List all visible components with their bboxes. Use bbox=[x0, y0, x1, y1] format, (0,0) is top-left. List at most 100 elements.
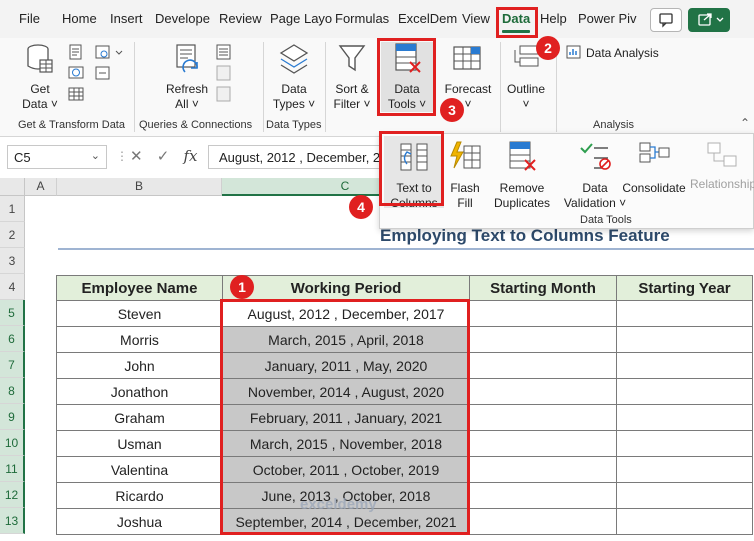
comments-button[interactable] bbox=[650, 8, 682, 32]
queries-connections-icon[interactable] bbox=[215, 44, 233, 60]
cell-name[interactable]: Valentina bbox=[56, 456, 223, 483]
cell-starting-month[interactable] bbox=[469, 404, 617, 431]
cell-name[interactable]: Usman bbox=[56, 430, 223, 457]
comment-icon bbox=[659, 13, 673, 28]
header-employee-name[interactable]: Employee Name bbox=[56, 275, 223, 301]
refresh-label-2: All ˅ bbox=[175, 97, 199, 111]
group-label-analysis: Analysis bbox=[593, 119, 634, 131]
row-header-8[interactable]: 8 bbox=[0, 378, 25, 404]
cell-starting-year[interactable] bbox=[616, 352, 753, 379]
data-types-icon bbox=[279, 44, 309, 74]
get-data-label-1: Get bbox=[30, 82, 50, 96]
sort-filter-button[interactable]: Sort & Filter ˅ bbox=[330, 42, 374, 112]
cell-starting-month[interactable] bbox=[469, 482, 617, 509]
column-header-b[interactable]: B bbox=[57, 178, 222, 196]
drag-handle-icon[interactable]: ⋮ bbox=[116, 149, 128, 163]
tab-review[interactable]: Review bbox=[219, 11, 262, 26]
cell-starting-year[interactable] bbox=[616, 404, 753, 431]
cell-starting-month[interactable] bbox=[469, 300, 617, 327]
name-box[interactable]: C5 ⌄ bbox=[7, 145, 107, 169]
enter-icon[interactable]: ✓ bbox=[157, 148, 170, 165]
refresh-all-button[interactable]: Refresh All ˅ bbox=[163, 42, 211, 112]
header-working-period[interactable]: Working Period bbox=[222, 275, 470, 301]
relationships-icon bbox=[707, 142, 737, 167]
cell-starting-year[interactable] bbox=[616, 326, 753, 353]
tab-view[interactable]: View bbox=[462, 11, 490, 26]
row-header-1[interactable]: 1 bbox=[0, 196, 25, 222]
get-data-button[interactable]: Get Data ˅ bbox=[18, 42, 62, 112]
data-validation-icon bbox=[580, 143, 611, 170]
row-header-12[interactable]: 12 bbox=[0, 482, 25, 508]
row-header-2[interactable]: 2 bbox=[0, 222, 25, 248]
existing-connections-icon[interactable] bbox=[94, 65, 112, 81]
header-starting-month[interactable]: Starting Month bbox=[469, 275, 617, 301]
consolidate-label: Consolidate bbox=[622, 181, 686, 195]
consolidate-button[interactable]: Consolidate bbox=[620, 136, 688, 196]
cell-name[interactable]: Joshua bbox=[56, 508, 223, 535]
from-table-icon[interactable] bbox=[68, 86, 86, 102]
collapse-ribbon-icon[interactable]: ⌃ bbox=[740, 116, 750, 130]
cell-starting-year[interactable] bbox=[616, 378, 753, 405]
properties-icon[interactable] bbox=[215, 65, 233, 81]
cell-name[interactable]: Graham bbox=[56, 404, 223, 431]
tab-exceldemy[interactable]: ExcelDem bbox=[398, 11, 457, 26]
recent-sources-icon[interactable] bbox=[94, 44, 124, 60]
tab-power-pivot[interactable]: Power Piv bbox=[578, 11, 637, 26]
from-web-icon[interactable] bbox=[68, 65, 86, 81]
select-all-corner[interactable] bbox=[0, 178, 25, 196]
row-header-3[interactable]: 3 bbox=[0, 248, 25, 274]
from-text-icon[interactable] bbox=[68, 44, 86, 60]
group-separator bbox=[500, 42, 501, 132]
cell-starting-month[interactable] bbox=[469, 378, 617, 405]
relationships-button[interactable]: Relationships bbox=[690, 136, 754, 192]
cell-starting-year[interactable] bbox=[616, 508, 753, 535]
row-header-9[interactable]: 9 bbox=[0, 404, 25, 430]
name-box-value: C5 bbox=[14, 150, 31, 165]
tab-help[interactable]: Help bbox=[540, 11, 567, 26]
tab-insert[interactable]: Insert bbox=[110, 11, 143, 26]
tab-developer[interactable]: Develope bbox=[155, 11, 210, 26]
cancel-icon[interactable]: ✕ bbox=[130, 148, 143, 165]
row-header-11[interactable]: 11 bbox=[0, 456, 25, 482]
cell-starting-year[interactable] bbox=[616, 300, 753, 327]
tab-formulas[interactable]: Formulas bbox=[335, 11, 389, 26]
edit-links-icon[interactable] bbox=[215, 86, 233, 102]
chevron-down-icon[interactable]: ⌄ bbox=[91, 149, 100, 162]
cell-starting-month[interactable] bbox=[469, 326, 617, 353]
row-header-10[interactable]: 10 bbox=[0, 430, 25, 456]
tab-home[interactable]: Home bbox=[62, 11, 97, 26]
row-header-6[interactable]: 6 bbox=[0, 326, 25, 352]
row-header-5[interactable]: 5 bbox=[0, 300, 25, 326]
cell-name[interactable]: Jonathon bbox=[56, 378, 223, 405]
cell-starting-month[interactable] bbox=[469, 352, 617, 379]
formula-input[interactable]: August, 2012 , December, 2017 bbox=[208, 145, 384, 169]
row-header-4[interactable]: 4 bbox=[0, 274, 25, 300]
refresh-label-1: Refresh bbox=[165, 82, 209, 96]
cell-name[interactable]: John bbox=[56, 352, 223, 379]
insert-function-icon[interactable]: fx bbox=[184, 147, 198, 165]
row-header-7[interactable]: 7 bbox=[0, 352, 25, 378]
flash-fill-button[interactable]: Flash Fill bbox=[444, 136, 486, 211]
menu-bar: File Home Insert Develope Review Page La… bbox=[0, 0, 754, 38]
share-button[interactable] bbox=[688, 8, 730, 32]
cell-starting-year[interactable] bbox=[616, 482, 753, 509]
tab-file[interactable]: File bbox=[19, 11, 40, 26]
cell-starting-month[interactable] bbox=[469, 508, 617, 535]
group-label-get-transform: Get & Transform Data bbox=[18, 119, 125, 131]
row-header-13[interactable]: 13 bbox=[0, 508, 25, 534]
cell-starting-year[interactable] bbox=[616, 456, 753, 483]
data-analysis-button[interactable]: Data Analysis bbox=[566, 45, 659, 63]
header-starting-year[interactable]: Starting Year bbox=[616, 275, 753, 301]
remove-duplicates-button[interactable]: Remove Duplicates bbox=[486, 136, 558, 211]
data-types-button[interactable]: Data Types ˅ bbox=[268, 42, 320, 112]
cell-name[interactable]: Ricardo bbox=[56, 482, 223, 509]
flash-fill-label-1: Flash bbox=[450, 181, 480, 195]
cell-name[interactable]: Morris bbox=[56, 326, 223, 353]
cell-starting-year[interactable] bbox=[616, 430, 753, 457]
tab-page-layout[interactable]: Page Layo bbox=[270, 11, 332, 26]
consolidate-icon bbox=[639, 142, 670, 163]
cell-starting-month[interactable] bbox=[469, 456, 617, 483]
cell-starting-month[interactable] bbox=[469, 430, 617, 457]
cell-name[interactable]: Steven bbox=[56, 300, 223, 327]
column-header-a[interactable]: A bbox=[25, 178, 57, 196]
